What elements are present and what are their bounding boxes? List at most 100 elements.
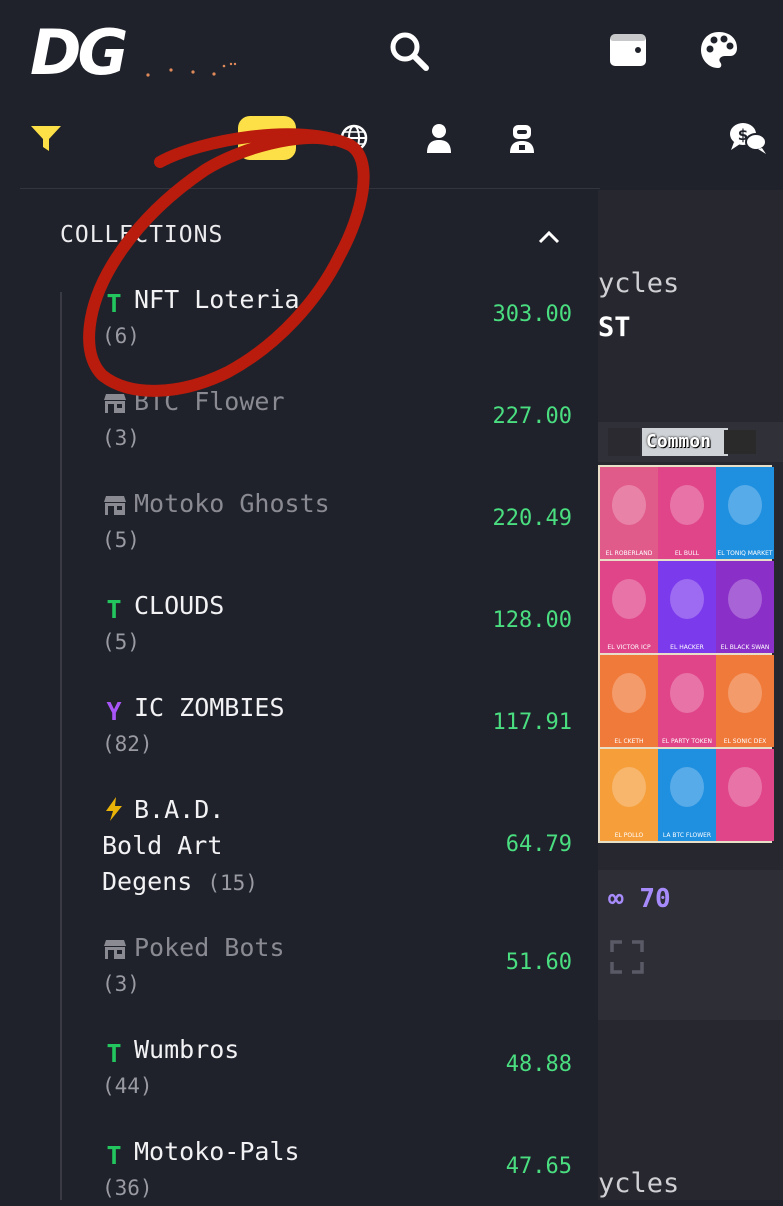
nft-caption: EL BLACK SWAN — [720, 644, 770, 651]
t-icon: T — [106, 289, 122, 318]
nft-art — [670, 673, 704, 713]
wallet-icon[interactable] — [608, 32, 648, 68]
t-icon: T — [106, 1039, 122, 1068]
collection-item[interactable]: BTC Flower (3) 227.00 — [102, 384, 572, 456]
nft-card[interactable]: EL CKETH — [600, 655, 658, 747]
collection-subtitle-fragment: ST — [598, 312, 631, 343]
t-icon: T — [106, 1141, 122, 1170]
collection-value: 51.60 — [505, 950, 572, 975]
search-icon[interactable] — [388, 30, 430, 72]
collection-stats-card: ∞ 70 — [598, 870, 783, 1020]
collection-count: (3) — [102, 972, 140, 996]
toolbar-divider — [20, 188, 600, 189]
nft-caption: EL TONIQ MARKET — [717, 550, 773, 557]
nft-caption: EL CKETH — [614, 738, 644, 745]
nft-card-grid[interactable]: EL ROBERLAND EL BULL EL TONIQ MARKET EL VIC… — [598, 465, 774, 843]
palette-icon[interactable] — [699, 30, 739, 70]
nft-art — [612, 485, 646, 525]
nft-card[interactable]: EL PARTY TOKEN — [658, 655, 716, 747]
collection-item[interactable]: Y IC ZOMBIES (82) 117.91 — [102, 690, 572, 762]
top-bar: DG — [0, 0, 783, 100]
store-icon — [102, 934, 126, 960]
nft-caption: LA BTC FLOWER — [662, 832, 712, 839]
nft-caption: EL HACKER — [670, 644, 704, 651]
nft-art — [670, 767, 704, 807]
stat-infinity: ∞ 70 — [608, 884, 671, 914]
collection-name-line: Bold Art — [102, 831, 223, 860]
collection-item[interactable]: Poked Bots (3) 51.60 — [102, 930, 572, 1002]
store-icon — [102, 388, 126, 414]
collection-value: 48.88 — [505, 1052, 572, 1077]
nft-caption: EL BULL — [674, 550, 700, 557]
rarity-swatch — [608, 428, 640, 456]
rarity-bar: Common — [598, 422, 783, 462]
collection-count: (36) — [102, 1176, 153, 1200]
collection-value: 227.00 — [492, 404, 572, 429]
nft-art — [670, 579, 704, 619]
collection-item[interactable]: B.A.D. Bold Art Degens (15) 64.79 — [102, 792, 572, 901]
collection-value: 117.91 — [492, 710, 572, 735]
collection-name-line: Degens (15) — [102, 867, 258, 896]
y-icon: Y — [106, 697, 122, 726]
collection-value: 128.00 — [492, 608, 572, 633]
collections-heading[interactable]: COLLECTIONS — [60, 222, 223, 248]
nft-art — [728, 485, 762, 525]
nft-art — [728, 767, 762, 807]
collection-title-fragment: ycles — [598, 268, 680, 299]
collection-name: Poked Bots — [102, 930, 572, 966]
nft-card[interactable]: EL BLACK SWAN — [716, 561, 774, 653]
collection-item[interactable]: T Wumbros (44) 48.88 — [102, 1032, 572, 1104]
nft-card[interactable]: LA BTC FLOWER — [658, 749, 716, 841]
nft-card[interactable] — [716, 749, 774, 841]
nft-card[interactable]: EL BULL — [658, 467, 716, 559]
nft-caption: EL ROBERLAND — [605, 550, 653, 557]
nft-art — [728, 579, 762, 619]
nft-card[interactable]: EL ROBERLAND — [600, 467, 658, 559]
bolt-icon — [102, 796, 126, 822]
nft-caption: EL SONIC DEX — [723, 738, 767, 745]
collection-item[interactable]: T Motoko-Pals (36) 47.65 — [102, 1134, 572, 1206]
app-logo[interactable]: DG — [30, 18, 128, 88]
collection-name: B.A.D. — [102, 792, 572, 828]
collection-value: 303.00 — [492, 302, 572, 327]
nft-art — [728, 673, 762, 713]
collection-item[interactable]: T CLOUDS (5) 128.00 — [102, 588, 572, 660]
nft-card[interactable]: EL SONIC DEX — [716, 655, 774, 747]
robot-icon[interactable] — [508, 122, 536, 154]
logo-sparkle-decoration — [146, 62, 237, 77]
collection-count: (44) — [102, 1074, 153, 1098]
chat-dollar-icon[interactable]: $ — [728, 120, 768, 156]
nft-card[interactable]: EL POLLO — [600, 749, 658, 841]
svg-text:$: $ — [738, 126, 748, 144]
chevron-up-icon[interactable] — [538, 230, 560, 244]
collection-name: T Motoko-Pals — [102, 1134, 572, 1170]
active-tab-pill[interactable] — [238, 116, 296, 160]
collection-item[interactable]: Motoko Ghosts (5) 220.49 — [102, 486, 572, 558]
user-icon[interactable] — [426, 122, 452, 154]
stat-value: 70 — [639, 884, 671, 914]
filter-toolbar: $ — [0, 100, 783, 190]
nft-art — [612, 767, 646, 807]
filter-drawer: COLLECTIONS T NFT Loteria (6) 303.00 BTC Flo… — [20, 190, 598, 1200]
nft-art — [612, 673, 646, 713]
collection-name: T Wumbros — [102, 1032, 572, 1068]
expand-icon[interactable] — [610, 940, 644, 974]
nft-art — [612, 579, 646, 619]
nft-card[interactable]: EL HACKER — [658, 561, 716, 653]
nft-card[interactable]: EL VICTOR ICP — [600, 561, 658, 653]
globe-icon[interactable] — [340, 124, 368, 152]
filter-icon[interactable] — [30, 124, 62, 154]
footer-title-fragment: ycles — [598, 1168, 680, 1199]
nft-caption: EL VICTOR ICP — [607, 644, 651, 651]
collection-list-rail — [60, 292, 62, 1200]
collection-item[interactable]: T NFT Loteria (6) 303.00 — [102, 282, 572, 354]
nft-card[interactable]: EL TONIQ MARKET — [716, 467, 774, 559]
nft-art — [670, 485, 704, 525]
t-icon: T — [106, 595, 122, 624]
background-collection-page: ycles ST Common EL ROBERLAND EL BULL EL TO… — [598, 190, 783, 1200]
collection-value: 47.65 — [505, 1154, 572, 1179]
nft-caption: EL PARTY TOKEN — [662, 738, 712, 745]
rarity-badge: Common — [642, 428, 728, 456]
collection-count: (15) — [207, 871, 258, 895]
collection-value: 220.49 — [492, 506, 572, 531]
